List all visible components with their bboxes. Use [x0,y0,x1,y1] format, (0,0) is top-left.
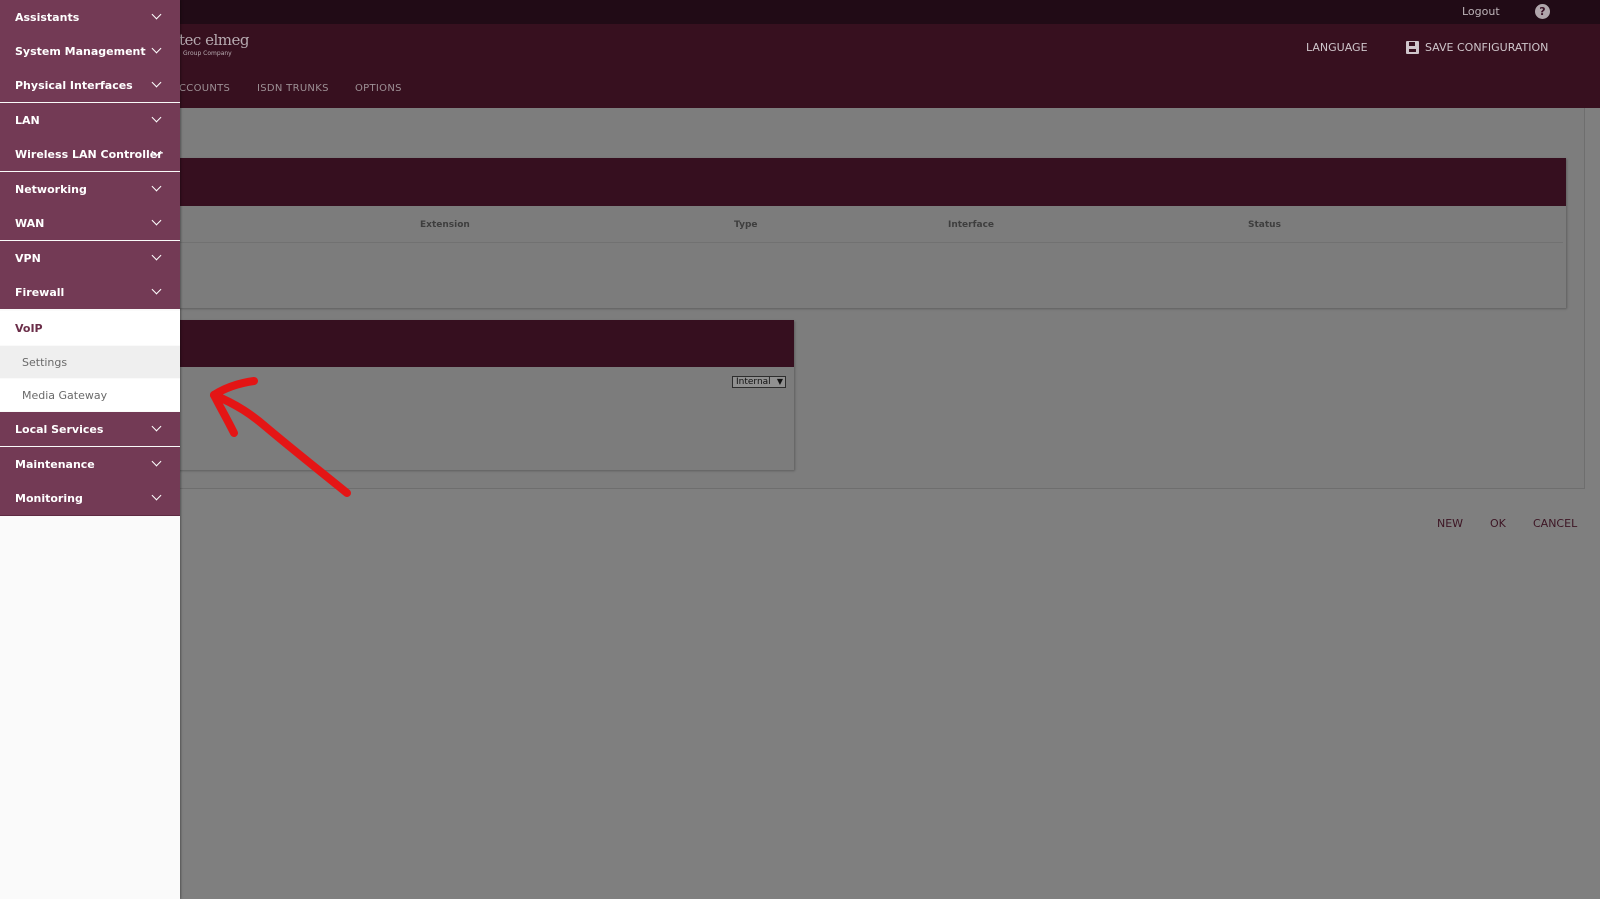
sidebar-item-label: Local Services [15,422,104,436]
sidebar-item-lan[interactable]: LAN [0,103,180,137]
sidebar-item-wan[interactable]: WAN [0,206,180,240]
chevron-down-icon [151,456,162,467]
chevron-down-icon [151,490,162,501]
sidebar: Assistants System Management Physical In… [0,0,180,899]
save-configuration-label: SAVE CONFIGURATION [1425,41,1549,54]
sidebar-item-maintenance[interactable]: Maintenance [0,447,180,481]
header: tec elmeg Group Company LANGUAGE SAVE CO… [0,24,1600,108]
sidebar-item-label: VoIP [15,321,43,335]
ok-button[interactable]: OK [1490,517,1506,530]
sidebar-item-label: Assistants [15,10,80,24]
sidebar-item-label: Maintenance [15,457,95,471]
column-header-extension[interactable]: Extension [420,220,470,230]
chevron-down-icon [151,421,162,432]
sidebar-subitem-label: Media Gateway [22,388,108,402]
tab-isdn-trunks[interactable]: ISDN TRUNKS [257,83,329,94]
sidebar-item-firewall[interactable]: Firewall [0,275,180,309]
save-configuration-button[interactable]: SAVE CONFIGURATION [1406,41,1548,54]
chevron-down-icon [151,9,162,20]
type-select-value: Internal [736,377,771,387]
chevron-down-icon [151,43,162,54]
sidebar-item-label: System Management [15,44,146,58]
sidebar-subitem-label: Settings [22,355,68,369]
language-button[interactable]: LANGUAGE [1306,41,1368,54]
sidebar-item-assistants[interactable]: Assistants [0,0,180,34]
sidebar-item-local-services[interactable]: Local Services [0,412,180,446]
sidebar-item-physical-interfaces[interactable]: Physical Interfaces [0,68,180,102]
sidebar-subitem-media-gateway[interactable]: Media Gateway [0,379,180,411]
chevron-down-icon [151,284,162,295]
sidebar-item-label: Firewall [15,285,65,299]
chevron-down-icon [151,77,162,88]
sidebar-item-monitoring[interactable]: Monitoring [0,481,180,515]
sidebar-item-label: VPN [15,251,41,265]
new-button[interactable]: NEW [1437,517,1463,530]
tab-accounts[interactable]: CCOUNTS [179,83,230,94]
tab-options[interactable]: OPTIONS [355,83,402,94]
red-arrow-annotation [210,377,351,497]
sidebar-item-system-management[interactable]: System Management [0,34,180,68]
sidebar-nav-divider [0,515,180,516]
brand-logo: tec elmeg [179,31,249,49]
column-header-interface[interactable]: Interface [948,220,994,230]
extensions-panel: Extension Type Interface Status [0,158,1566,308]
sidebar-item-label: LAN [15,113,40,127]
top-bar: Logout ? [0,0,1600,24]
sidebar-item-label: Physical Interfaces [15,78,133,92]
dropdown-arrow-icon: ▼ [776,377,783,386]
sidebar-item-label: Networking [15,182,87,196]
extensions-panel-header [0,158,1566,206]
column-header-type[interactable]: Type [734,220,757,230]
sidebar-item-label: Monitoring [15,491,83,505]
chevron-down-icon [151,215,162,226]
chevron-down-icon [151,112,162,123]
table-divider [0,242,1563,243]
floppy-disk-icon [1406,41,1419,54]
sidebar-item-vpn[interactable]: VPN [0,241,180,275]
brand-logo-sub: Group Company [183,50,232,57]
sidebar-item-voip[interactable]: VoIP [0,311,180,345]
chevron-down-icon [151,250,162,261]
sidebar-item-label: WAN [15,216,45,230]
type-select[interactable]: Internal ▼ [732,376,786,388]
help-icon[interactable]: ? [1535,4,1550,19]
cancel-button[interactable]: CANCEL [1533,517,1577,530]
chevron-down-icon [151,181,162,192]
sidebar-item-networking[interactable]: Networking [0,172,180,206]
column-header-status[interactable]: Status [1248,220,1281,230]
sidebar-item-wireless-lan-controller[interactable]: Wireless LAN Controller [0,137,180,171]
logout-link[interactable]: Logout [1462,5,1500,18]
sidebar-item-label: Wireless LAN Controller [15,147,163,161]
sidebar-subitem-settings[interactable]: Settings [0,346,180,378]
